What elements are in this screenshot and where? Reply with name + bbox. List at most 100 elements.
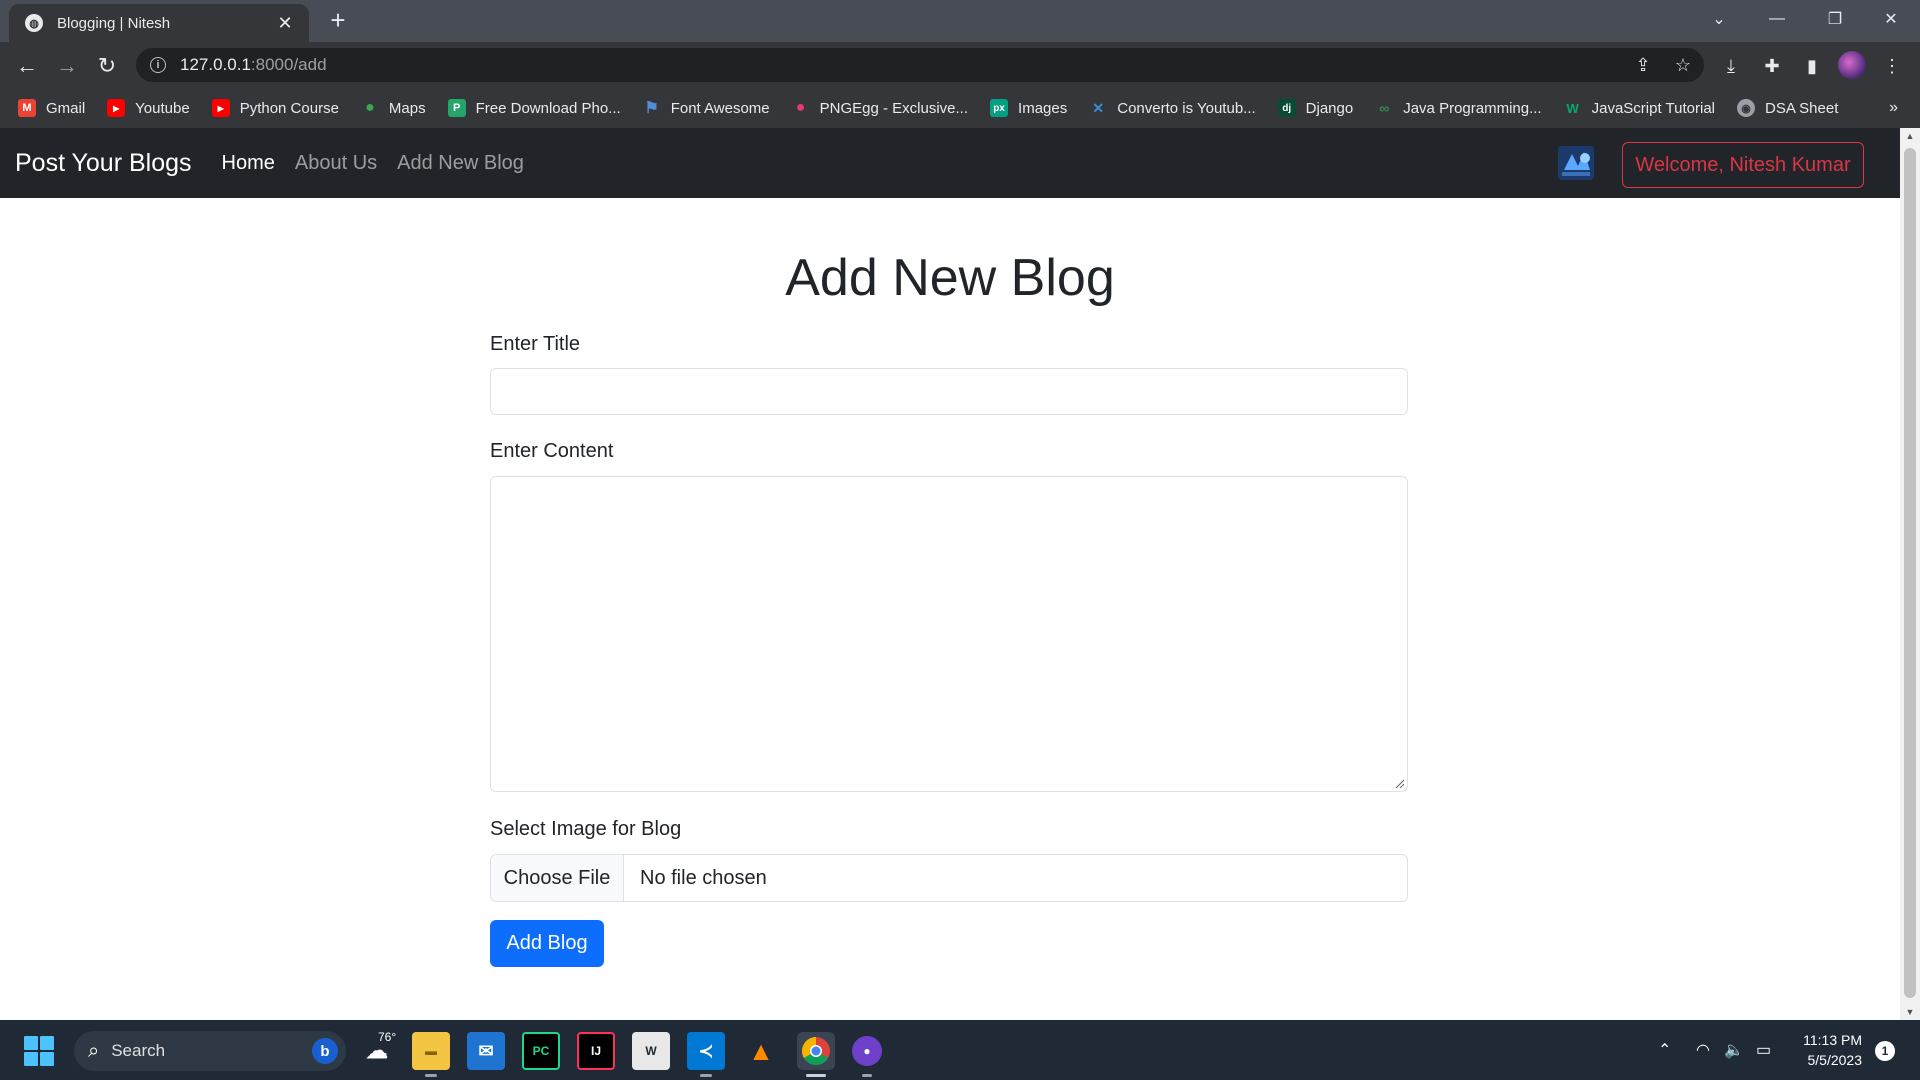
bookmark-javascript-tutorial[interactable]: W JavaScript Tutorial (1564, 99, 1715, 117)
image-file-input[interactable]: Choose File No file chosen (490, 854, 1408, 902)
mail-icon[interactable]: ✉ (467, 1032, 505, 1070)
browser-tab[interactable]: ◍ Blogging | Nitesh ✕ (9, 4, 309, 42)
page-scrollbar[interactable]: ▲ ▼ (1900, 128, 1920, 1020)
bookmark-java-programming[interactable]: ∞ Java Programming... (1375, 99, 1541, 117)
bookmark-label: Maps (388, 99, 426, 117)
bing-icon[interactable]: b (312, 1038, 338, 1064)
pycharm-icon[interactable]: PC (522, 1032, 560, 1070)
bookmark-label: Converto is Youtub... (1117, 99, 1256, 117)
resize-grip-icon[interactable] (1394, 778, 1404, 788)
running-indicator (700, 1074, 712, 1077)
w3-icon: W (1566, 100, 1579, 116)
close-tab-icon[interactable]: ✕ (275, 13, 295, 34)
download-icon[interactable]: ⤓ (1715, 50, 1747, 82)
bookmark-gmail[interactable]: M Gmail (18, 99, 85, 117)
nav-link-add-new-blog[interactable]: Add New Blog (397, 152, 524, 175)
back-arrow-icon[interactable]: ← (11, 50, 43, 82)
bookmarks-bar: M Gmail ▶ Youtube ▶ Python Course ● Maps P Fr… (0, 88, 1920, 128)
bookmark-converto[interactable]: ✕ Converto is Youtub... (1089, 99, 1255, 117)
minimize-icon[interactable]: — (1748, 0, 1806, 38)
wamp-icon[interactable]: W (632, 1032, 670, 1070)
reload-icon[interactable]: ↻ (91, 50, 123, 82)
clock-time: 11:13 PM (1803, 1032, 1862, 1048)
globe-icon: ◍ (25, 14, 43, 32)
browser-toolbar: ← → ↻ i 127.0.0.1:8000/add ⇪ ☆ ⤓ ✚ ▮ ⋮ (0, 42, 1920, 88)
scroll-down-icon[interactable]: ▼ (1900, 1004, 1920, 1020)
gmail-icon: M (18, 99, 36, 117)
side-panel-icon[interactable]: ▮ (1796, 50, 1828, 82)
url-host: 127.0.0.1 (180, 55, 251, 74)
volume-icon[interactable]: 🔈 (1724, 1020, 1744, 1080)
vscode-icon[interactable]: ≺ (687, 1032, 725, 1070)
welcome-user-button[interactable]: Welcome, Nitesh Kumar (1622, 142, 1864, 188)
add-blog-button[interactable]: Add Blog (490, 920, 604, 967)
bookmark-label: Youtube (135, 99, 190, 117)
file-explorer-icon[interactable]: ▬ (412, 1032, 450, 1070)
site-info-icon[interactable]: i (150, 57, 166, 73)
page-title: Add New Blog (785, 249, 1115, 307)
windows-taskbar: ⌕ Search b ☁ 76° ▬ ✉ PC IJ W ≺ ▲ ● ⌃ ◠ 🔈… (0, 1020, 1920, 1080)
flag-icon: ⚑ (644, 100, 659, 117)
globe-icon: ◉ (1737, 99, 1755, 117)
bookmark-youtube[interactable]: ▶ Youtube (107, 99, 190, 117)
bookmark-free-download[interactable]: P Free Download Pho... (447, 99, 621, 117)
pexels-icon: px (990, 99, 1009, 117)
bookmark-maps[interactable]: ● Maps (361, 99, 426, 117)
file-status: No file chosen (640, 866, 767, 889)
site-brand[interactable]: Post Your Blogs (15, 149, 192, 178)
intellij-icon[interactable]: IJ (577, 1032, 615, 1070)
weather-temperature: 76° (378, 1030, 397, 1044)
taskbar-search[interactable]: ⌕ Search b (74, 1031, 346, 1071)
bookmark-label: JavaScript Tutorial (1591, 99, 1715, 117)
bookmark-label: Images (1018, 99, 1068, 117)
bookmark-star-icon[interactable]: ☆ (1666, 48, 1700, 82)
bookmark-dsa-sheet[interactable]: ◉ DSA Sheet (1737, 99, 1838, 117)
restore-icon[interactable]: ❐ (1806, 0, 1864, 38)
bookmark-font-awesome[interactable]: ⚑ Font Awesome (643, 99, 770, 118)
search-icon: ⌕ (88, 1039, 100, 1062)
wifi-icon[interactable]: ◠ (1696, 1020, 1710, 1080)
extensions-puzzle-icon[interactable]: ✚ (1756, 50, 1788, 82)
nav-link-about-us[interactable]: About Us (295, 152, 377, 175)
taskbar-clock[interactable]: 11:13 PM 5/5/2023 (1798, 1030, 1862, 1070)
bookmark-django[interactable]: dj Django (1277, 99, 1353, 117)
bookmark-label: Java Programming... (1403, 99, 1542, 117)
more-bookmarks-icon[interactable]: » (1889, 88, 1898, 128)
tray-chevron-icon[interactable]: ⌃ (1658, 1020, 1671, 1080)
title-input[interactable] (490, 368, 1408, 415)
close-window-icon[interactable]: ✕ (1862, 0, 1920, 38)
new-tab-button[interactable]: + (323, 6, 353, 36)
bookmark-pngegg[interactable]: ● PNGEgg - Exclusive... (792, 99, 968, 117)
windows-start-icon[interactable] (24, 1036, 54, 1066)
scroll-up-icon[interactable]: ▲ (1900, 128, 1920, 144)
bookmark-images[interactable]: px Images (990, 99, 1067, 117)
content-label: Enter Content (490, 440, 614, 462)
egg-icon: ● (795, 99, 806, 116)
forward-arrow-icon[interactable]: → (51, 50, 83, 82)
choose-file-button[interactable]: Choose File (491, 855, 624, 901)
taskbar-search-label: Search (111, 1041, 166, 1060)
browser-tab-strip: ◍ Blogging | Nitesh ✕ + ⌄ — ❐ ✕ (0, 0, 1920, 42)
converto-icon: ✕ (1092, 99, 1105, 116)
bookmark-label: Python Course (239, 99, 339, 117)
bookmark-label: Gmail (46, 99, 86, 117)
vlc-icon[interactable]: ▲ (742, 1032, 780, 1070)
profile-avatar[interactable] (1838, 51, 1866, 79)
chrome-icon[interactable] (797, 1032, 835, 1070)
content-textarea[interactable] (490, 476, 1408, 792)
address-bar[interactable]: i 127.0.0.1:8000/add ⇪ ☆ (136, 48, 1704, 82)
nav-link-home[interactable]: Home (222, 152, 275, 175)
share-icon[interactable]: ⇪ (1626, 48, 1660, 82)
bookmark-python-course[interactable]: ▶ Python Course (211, 99, 339, 117)
tab-search-chevron-icon[interactable]: ⌄ (1690, 0, 1748, 38)
battery-icon[interactable]: ▭ (1756, 1020, 1771, 1080)
clock-date: 5/5/2023 (1807, 1052, 1863, 1068)
scrollbar-thumb[interactable] (1904, 148, 1916, 998)
running-indicator-active (806, 1074, 826, 1077)
more-menu-icon[interactable]: ⋮ (1876, 50, 1908, 82)
bookmark-label: Free Download Pho... (475, 99, 621, 117)
youtube-icon: ▶ (211, 99, 230, 117)
github-desktop-icon[interactable]: ● (852, 1036, 882, 1066)
notification-badge[interactable]: 1 (1875, 1041, 1895, 1061)
tab-title: Blogging | Nitesh (57, 14, 171, 32)
